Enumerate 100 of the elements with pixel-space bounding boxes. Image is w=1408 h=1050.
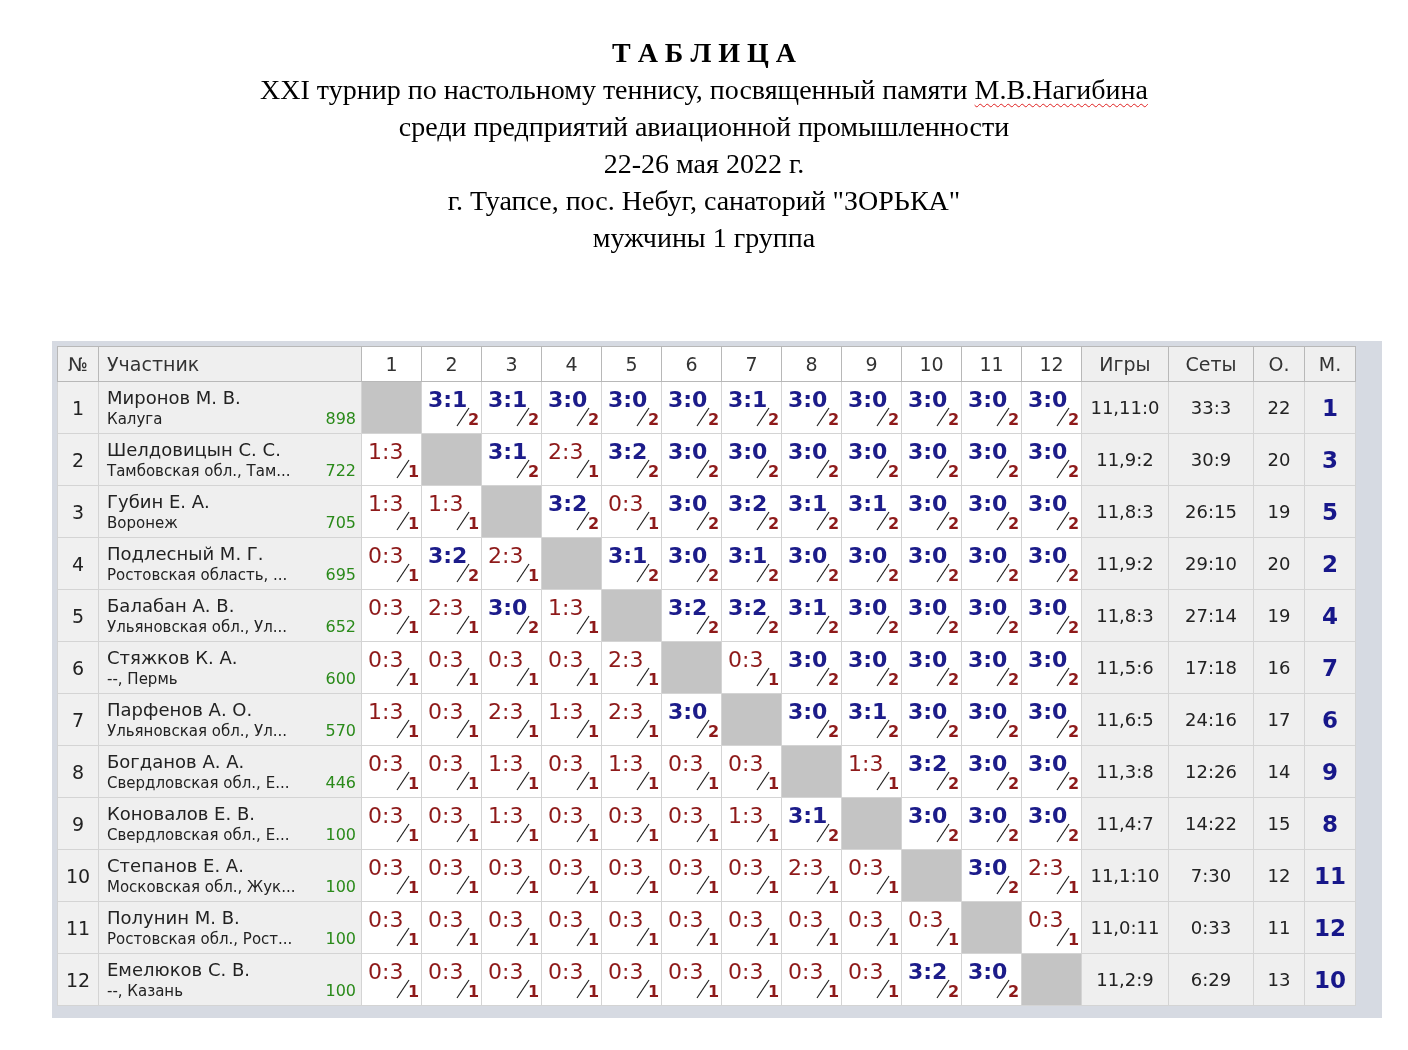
fraction-slash-icon <box>876 562 890 583</box>
fraction-slash-icon <box>1056 510 1070 531</box>
match-score: 3:0 <box>968 646 1008 673</box>
match-score: 3:0 <box>968 594 1008 621</box>
match-points: 1 <box>888 877 900 898</box>
match-score: 3:1 <box>608 542 648 569</box>
fraction-slash-icon <box>396 614 410 635</box>
fraction-slash-icon <box>996 458 1010 479</box>
participant-rating: 446 <box>325 772 356 792</box>
misspelled-word: М.В.Нагибина <box>974 74 1148 105</box>
match-score: 3:0 <box>1028 490 1068 517</box>
fraction-slash-icon <box>936 770 950 791</box>
fraction-slash-icon <box>576 822 590 843</box>
match-score: 0:3 <box>368 802 404 829</box>
fraction-slash-icon <box>816 458 830 479</box>
participant-region: Калуга <box>107 409 163 429</box>
fraction-slash-icon <box>396 562 410 583</box>
match-score: 3:0 <box>968 542 1008 569</box>
fraction-slash-icon <box>516 458 530 479</box>
fraction-slash-icon <box>396 718 410 739</box>
match-points: 2 <box>1008 773 1020 794</box>
match-score: 0:3 <box>368 958 404 985</box>
fraction-slash-icon <box>756 978 770 999</box>
match-score: 3:1 <box>788 594 828 621</box>
fraction-slash-icon <box>396 458 410 479</box>
match-score: 3:0 <box>1028 594 1068 621</box>
match-points: 2 <box>948 669 960 690</box>
column-header: 1 <box>361 346 422 382</box>
column-header: Игры <box>1081 346 1169 382</box>
match-score: 0:3 <box>728 958 764 985</box>
participant-region: Ростовская область, ... <box>107 565 288 585</box>
match-score: 1:3 <box>368 438 404 465</box>
match-points: 2 <box>948 409 960 430</box>
fraction-slash-icon <box>1056 562 1070 583</box>
column-header: 8 <box>781 346 842 382</box>
match-score: 0:3 <box>368 594 404 621</box>
match-score: 0:3 <box>488 646 524 673</box>
match-score: 3:1 <box>848 490 888 517</box>
sets-cell: 26:15 <box>1168 485 1254 538</box>
fraction-slash-icon <box>636 822 650 843</box>
match-score: 2:3 <box>548 438 584 465</box>
match-score: 3:0 <box>848 386 888 413</box>
match-points: 1 <box>408 617 420 638</box>
participant-rating: 570 <box>325 720 356 740</box>
participant-name: Губин Е. А. <box>107 490 211 513</box>
match-score: 3:0 <box>668 698 708 725</box>
match-score: 0:3 <box>488 958 524 985</box>
row-number: 3 <box>57 485 99 538</box>
match-score: 3:0 <box>848 646 888 673</box>
match-score: 2:3 <box>788 854 824 881</box>
participant-rating: 652 <box>325 616 356 636</box>
match-points: 1 <box>648 929 660 950</box>
match-score: 3:0 <box>1028 750 1068 777</box>
column-header: 11 <box>961 346 1022 382</box>
games-cell: 11,0:11 <box>1081 901 1169 954</box>
fraction-slash-icon <box>936 978 950 999</box>
match-points: 1 <box>708 773 720 794</box>
subtitle-line: XXI турнир по настольному теннису, посвященный памяти <box>260 74 969 105</box>
match-points: 1 <box>1068 929 1080 950</box>
row-number: 8 <box>57 745 99 798</box>
match-score: 3:0 <box>968 698 1008 725</box>
match-score: 0:3 <box>428 750 464 777</box>
match-score: 3:0 <box>548 386 588 413</box>
fraction-slash-icon <box>696 458 710 479</box>
participant-rating: 100 <box>325 980 356 1000</box>
match-points: 2 <box>1008 409 1020 430</box>
match-score: 3:0 <box>968 854 1008 881</box>
fraction-slash-icon <box>696 978 710 999</box>
match-points: 1 <box>408 513 420 534</box>
match-points: 1 <box>888 773 900 794</box>
fraction-slash-icon <box>876 978 890 999</box>
match-score: 3:0 <box>1028 698 1068 725</box>
fraction-slash-icon <box>516 874 530 895</box>
fraction-slash-icon <box>936 614 950 635</box>
fraction-slash-icon <box>876 458 890 479</box>
match-score: 0:3 <box>428 698 464 725</box>
fraction-slash-icon <box>396 666 410 687</box>
match-points: 2 <box>768 617 780 638</box>
match-points: 2 <box>948 617 960 638</box>
fraction-slash-icon <box>996 770 1010 791</box>
match-points: 2 <box>1068 565 1080 586</box>
subtitle-line: г. Туапсе, пос. Небуг, санаторий "ЗОРЬКА" <box>446 184 962 218</box>
fraction-slash-icon <box>516 978 530 999</box>
match-points: 1 <box>408 773 420 794</box>
fraction-slash-icon <box>756 406 770 427</box>
match-points: 2 <box>948 981 960 1002</box>
fraction-slash-icon <box>516 614 530 635</box>
match-score: 3:0 <box>908 802 948 829</box>
fraction-slash-icon <box>996 562 1010 583</box>
fraction-slash-icon <box>396 770 410 791</box>
fraction-slash-icon <box>756 562 770 583</box>
fraction-slash-icon <box>636 510 650 531</box>
column-header: 5 <box>601 346 662 382</box>
subtitle-line: 22-26 мая 2022 г. <box>602 147 806 181</box>
participant-name: Балабан А. В. <box>107 594 236 617</box>
match-points: 1 <box>588 877 600 898</box>
match-points: 2 <box>588 409 600 430</box>
points-cell: 14 <box>1253 745 1305 798</box>
match-points: 2 <box>768 513 780 534</box>
games-cell: 11,9:2 <box>1081 537 1169 590</box>
